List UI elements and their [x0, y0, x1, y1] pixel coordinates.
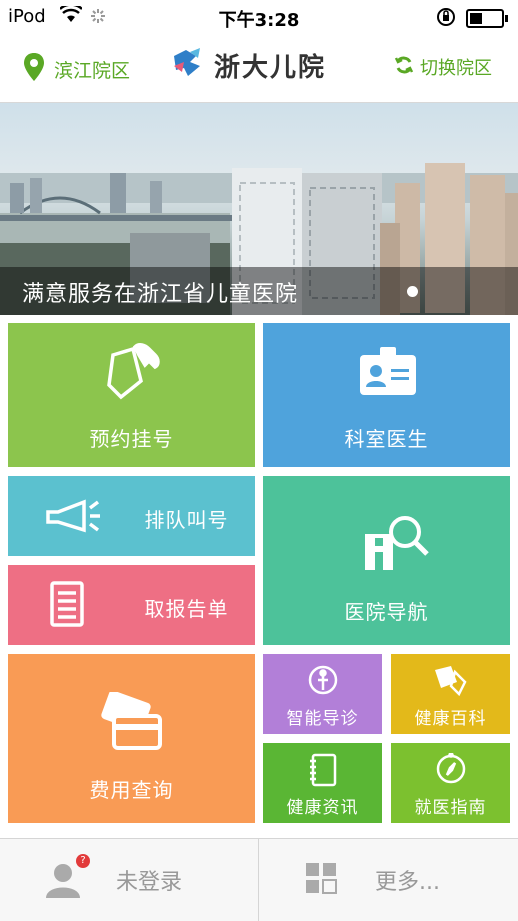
carousel-indicator[interactable] — [407, 286, 418, 297]
body-scan-icon — [307, 664, 339, 700]
doctor-badge-icon — [358, 345, 418, 401]
grid-menu-icon — [305, 862, 337, 898]
news-label: 健康资讯 — [286, 798, 359, 818]
guide-tile[interactable]: 就医指南 — [391, 743, 510, 823]
department-doctor-tile[interactable]: 科室医生 — [263, 323, 510, 467]
hospital-search-icon — [363, 512, 429, 576]
department-doctor-label: 科室医生 — [344, 427, 429, 451]
card-icon — [100, 690, 164, 758]
smart-triage-tile[interactable]: 智能导诊 — [263, 654, 382, 734]
notification-badge: ? — [76, 854, 90, 868]
queue-label: 排队叫号 — [144, 508, 229, 532]
banner-caption-bar: 满意服务在浙江省儿童医院 — [0, 267, 518, 315]
encyclopedia-tile[interactable]: 健康百科 — [391, 654, 510, 734]
brand: 浙大儿院 — [170, 46, 326, 84]
switch-campus-label: 切换院区 — [420, 58, 492, 79]
banner-carousel[interactable]: 满意服务在浙江省儿童医院 — [0, 103, 518, 315]
rotation-lock-icon — [436, 7, 456, 32]
campus-name: 滨江院区 — [54, 60, 131, 82]
user-avatar-icon: ? — [44, 854, 90, 900]
smart-triage-label: 智能导诊 — [286, 709, 359, 729]
campus-selector[interactable]: 滨江院区 — [22, 52, 130, 87]
notebook-icon — [309, 753, 337, 791]
navigation-tile[interactable]: 医院导航 — [263, 476, 510, 645]
location-pin-icon — [22, 52, 46, 87]
queue-tile[interactable]: 排队叫号 — [8, 476, 255, 556]
switch-campus-button[interactable]: 切换院区 — [394, 54, 492, 80]
app-title: 浙大儿院 — [214, 52, 327, 83]
more-button[interactable]: 更多... — [259, 839, 517, 921]
report-list-icon — [50, 581, 84, 631]
app-header: 滨江院区 浙大儿院 切换院区 — [0, 34, 518, 103]
login-label: 未登录 — [116, 870, 183, 895]
report-tile[interactable]: 取报告单 — [8, 565, 255, 645]
navigation-label: 医院导航 — [344, 600, 429, 624]
status-bar: iPod 下午3:28 — [0, 0, 518, 34]
login-button[interactable]: ? 未登录 — [0, 839, 258, 921]
hospital-logo — [170, 46, 206, 84]
encyclopedia-label: 健康百科 — [414, 709, 487, 729]
payment-tile[interactable]: 费用查询 — [8, 654, 255, 823]
appointment-label: 预约挂号 — [89, 427, 174, 451]
book-pen-icon — [433, 664, 467, 700]
report-label: 取报告单 — [144, 597, 229, 621]
megaphone-icon — [44, 498, 104, 538]
bottom-bar: ? 未登录 更多... — [0, 838, 518, 921]
battery-icon — [466, 9, 508, 28]
payment-label: 费用查询 — [89, 778, 174, 802]
appointment-tile[interactable]: 预约挂号 — [8, 323, 255, 467]
banner-caption: 满意服务在浙江省儿童医院 — [22, 282, 299, 307]
refresh-icon — [394, 55, 414, 80]
more-label: 更多... — [375, 870, 440, 895]
phone-document-icon — [105, 341, 163, 407]
compass-icon — [435, 752, 467, 789]
news-tile[interactable]: 健康资讯 — [263, 743, 382, 823]
guide-label: 就医指南 — [414, 798, 487, 818]
